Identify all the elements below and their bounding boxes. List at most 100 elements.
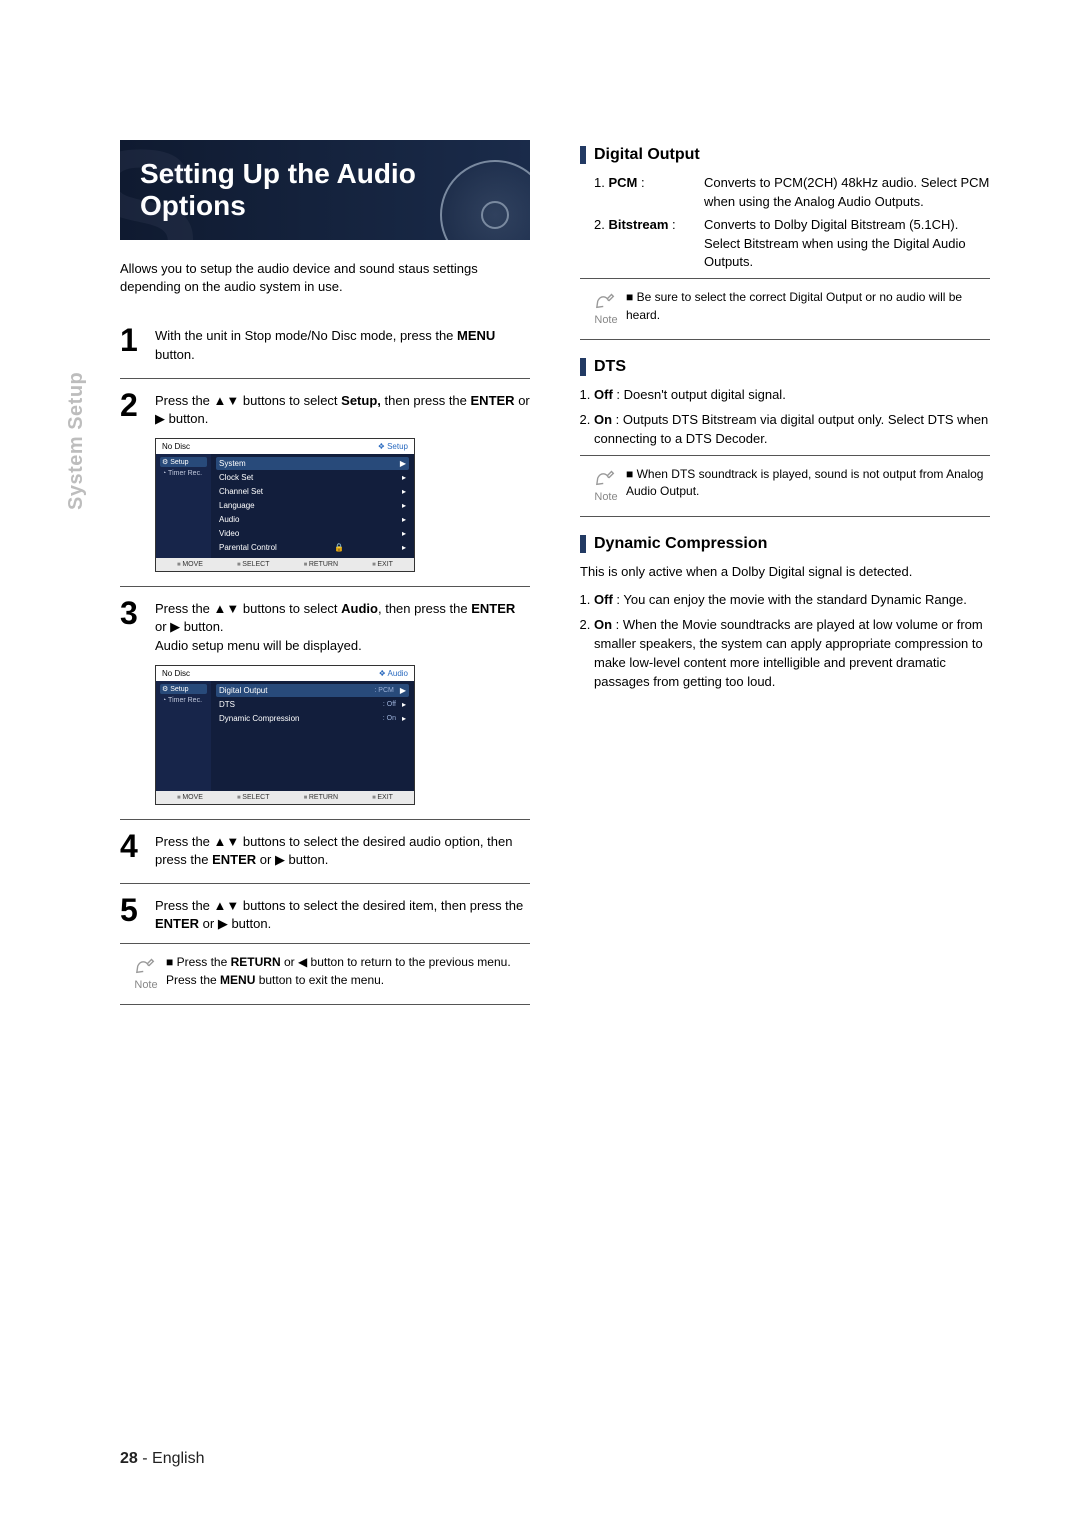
bold-text: Off [594, 387, 613, 402]
bold-text: Setup, [341, 393, 381, 408]
bold-text: Off [594, 592, 613, 607]
osd-row: Clock Set▸ [216, 471, 409, 484]
text: , then press the [378, 601, 471, 616]
osd-row: Dynamic Compression: On▸ [216, 712, 409, 725]
bold-text: On [594, 412, 612, 427]
heading-bar-icon [580, 535, 586, 553]
divider [120, 819, 530, 820]
note-box: Note Be sure to select the correct Digit… [580, 278, 990, 340]
step-4: 4 Press the ▲▼ buttons to select the des… [120, 830, 530, 869]
heading-text: Dynamic Compression [594, 535, 767, 553]
definition-text: Converts to PCM(2CH) 48kHz audio. Select… [704, 174, 990, 212]
osd-side-timer: ◔ Timer Rec. [160, 469, 207, 478]
note-label: Note [594, 314, 617, 326]
step-number: 4 [120, 830, 150, 862]
note-text: When DTS soundtrack is played, sound is … [626, 466, 984, 501]
text: : When the Movie soundtracks are played … [594, 617, 983, 689]
bold-text: Audio [341, 601, 378, 616]
step-number: 5 [120, 894, 150, 926]
note-text: Be sure to select the correct Digital Ou… [626, 289, 984, 324]
heading-bar-icon [580, 146, 586, 164]
text: : You can enjoy the movie with the stand… [613, 592, 967, 607]
text: : [668, 217, 675, 232]
osd-foot-exit: EXIT [372, 561, 393, 568]
step-5: 5 Press the ▲▼ buttons to select the des… [120, 894, 530, 933]
section-tab: System Setup [65, 372, 88, 510]
osd-row: Parental Control🔒▸ [216, 541, 409, 554]
osd-foot-return: RETURN [304, 561, 338, 568]
osd-foot-return: RETURN [304, 794, 338, 801]
text: Press the ▲▼ buttons to select the desir… [155, 898, 523, 913]
text: 2. [594, 217, 605, 232]
intro-text: Allows you to setup the audio device and… [120, 260, 530, 296]
page-number: 28 [120, 1450, 138, 1467]
step-2: 2 Press the ▲▼ buttons to select Setup, … [120, 389, 530, 428]
text: With the unit in Stop mode/No Disc mode,… [155, 328, 457, 343]
list-item: Off : You can enjoy the movie with the s… [594, 591, 990, 610]
note-icon [595, 289, 617, 311]
bold-text: Bitstream [608, 217, 668, 232]
bold-text: ENTER [212, 852, 256, 867]
bold-text: PCM [608, 175, 637, 190]
step-number: 1 [120, 324, 150, 356]
osd-foot-select: SELECT [237, 561, 270, 568]
text: button. [155, 347, 195, 362]
osd-side-timer: ◔ Timer Rec. [160, 696, 207, 705]
osd-row: DTS: Off▸ [216, 698, 409, 711]
step-3: 3 Press the ▲▼ buttons to select Audio, … [120, 597, 530, 655]
list-item: On : Outputs DTS Bitstream via digital o… [594, 411, 990, 449]
text: Press the ▲▼ buttons to select the desir… [155, 834, 512, 867]
text: Press the [166, 973, 220, 987]
lock-icon: 🔒 [334, 543, 344, 552]
text: Press the [177, 955, 231, 969]
osd-row: System▶ [216, 457, 409, 470]
page-footer: 28 - English [120, 1450, 205, 1468]
osd-crumb: Audio [388, 669, 408, 678]
bold-text: RETURN [231, 955, 281, 969]
text: Press the ▲▼ buttons to select [155, 393, 341, 408]
bold-text: ENTER [471, 393, 515, 408]
osd-row: Language▸ [216, 499, 409, 512]
text: or ▶ button. [256, 852, 328, 867]
text: : [637, 175, 644, 190]
osd-side-setup: ⚙ Setup [160, 684, 207, 694]
text: or ◀ button to return to the previous me… [281, 955, 511, 969]
disc-icon [440, 160, 530, 240]
osd-side-setup: ⚙ Setup [160, 457, 207, 467]
osd-foot-move: MOVE [177, 794, 203, 801]
osd-status: No Disc [162, 442, 190, 451]
text: : Doesn't output digital signal. [613, 387, 786, 402]
list-item: Off : Doesn't output digital signal. [594, 386, 990, 405]
text: or ▶ button. [155, 619, 224, 634]
heading-text: Digital Output [594, 146, 700, 164]
divider [120, 883, 530, 884]
heading-digital-output: Digital Output [580, 146, 990, 164]
text: then press the [381, 393, 471, 408]
heading-dts: DTS [580, 358, 990, 376]
step-1: 1 With the unit in Stop mode/No Disc mod… [120, 324, 530, 363]
page-title-box: S Setting Up the Audio Options [120, 140, 530, 240]
text: - [138, 1450, 152, 1467]
osd-status: No Disc [162, 669, 190, 678]
osd-foot-select: SELECT [237, 794, 270, 801]
osd-row: Audio▸ [216, 513, 409, 526]
text: 1. [594, 175, 605, 190]
osd-row: Digital Output: PCM▶ [216, 684, 409, 697]
note-box: Note Press the RETURN or ◀ button to ret… [120, 943, 530, 1005]
osd-row: Channel Set▸ [216, 485, 409, 498]
dyn-intro: This is only active when a Dolby Digital… [580, 563, 990, 582]
osd-crumb: Setup [387, 442, 408, 451]
note-icon [135, 954, 157, 976]
note-label: Note [134, 979, 157, 991]
list-item: On : When the Movie soundtracks are play… [594, 616, 990, 691]
language-label: English [152, 1450, 204, 1467]
heading-dynamic-compression: Dynamic Compression [580, 535, 990, 553]
text: or ▶ button. [199, 916, 271, 931]
osd-screenshot-audio: No Disc ❖ Audio ⚙ Setup ◔ Timer Rec. Dig… [155, 665, 415, 805]
bold-text: MENU [220, 973, 255, 987]
note-box: Note When DTS soundtrack is played, soun… [580, 455, 990, 517]
divider [120, 378, 530, 379]
osd-foot-exit: EXIT [372, 794, 393, 801]
osd-row: Video▸ [216, 527, 409, 540]
bold-text: ENTER [155, 916, 199, 931]
